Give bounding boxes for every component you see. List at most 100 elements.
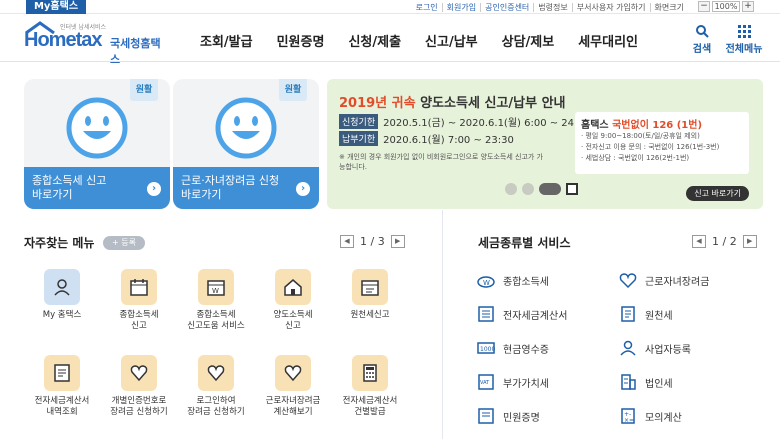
menu-credit-by-pin[interactable]: 개별인증번호로 장려금 신청하기	[101, 355, 177, 418]
certificate-icon	[478, 408, 494, 424]
cert-center-link[interactable]: 공인인증센터	[480, 2, 533, 12]
signup-link[interactable]: 회원가입	[441, 2, 480, 12]
heart-icon	[619, 273, 637, 288]
menu-label: 종합소득세	[119, 310, 159, 320]
main-nav: 조회/발급 민원증명 신청/제출 신고/납부 상담/제보 세무대리인	[200, 31, 662, 50]
menu-sublabel: 신고도움 서비스	[187, 321, 245, 331]
zoom-control: − 100% +	[698, 1, 754, 12]
menu-income-tax-filing[interactable]: 종합소득세 신고	[101, 269, 177, 332]
vat-icon: VAT	[478, 374, 494, 390]
menu-income-tax-help[interactable]: W 종합소득세 신고도움 서비스	[178, 269, 254, 332]
menu-credit-by-login[interactable]: 로그인하여 장려금 신청하기	[178, 355, 254, 418]
service-label: 민원증명	[503, 412, 540, 424]
document-icon	[44, 355, 80, 391]
menu-label: 개별인증번호로	[111, 396, 167, 406]
service-label: 근로자녀장려금	[645, 276, 710, 288]
search-icon	[696, 25, 709, 38]
svg-text:1000: 1000	[480, 346, 495, 353]
login-link[interactable]: 로그인	[412, 3, 442, 12]
card-footer: 종합소득세 신고 바로가기 ›	[24, 167, 170, 209]
menu-sublabel: 장려금 신청하기	[110, 407, 168, 417]
service-civil-certificate[interactable]: 민원증명	[477, 408, 540, 424]
banner-title-text: 양도소득세 신고/납부 안내	[420, 96, 566, 111]
heart-icon	[275, 355, 311, 391]
banner-title: 2019년 귀속 양도소득세 신고/납부 안내	[339, 92, 566, 111]
file-now-button[interactable]: 신고 바로가기	[686, 186, 749, 201]
service-corporate-tax[interactable]: 법인세	[619, 374, 673, 390]
calculator-icon	[352, 355, 388, 391]
service-label: 원천세	[645, 310, 673, 322]
section-divider	[442, 210, 443, 439]
svg-text:W: W	[483, 279, 490, 287]
svg-text:W: W	[212, 287, 219, 295]
menu-e-invoice-issue[interactable]: 전자세금계산서 건별발급	[332, 355, 408, 418]
grid-menu-icon	[738, 25, 751, 38]
payment-period-label: 납부기한	[339, 131, 379, 146]
coin-icon: W	[477, 276, 495, 288]
menu-credit-calculator[interactable]: 근로자녀장려금 계산해보기	[255, 355, 331, 418]
add-menu-button[interactable]: + 등록	[103, 236, 145, 250]
zoom-out-button[interactable]: −	[698, 1, 710, 12]
utility-links: 로그인 회원가입 공인인증센터 법령정보 부서사용자 가입하기 화면크기	[412, 0, 688, 14]
nav-item-inquiry[interactable]: 조회/발급	[200, 31, 253, 50]
income-tax-card[interactable]: 원활 종합소득세 신고 바로가기 ›	[24, 79, 170, 209]
filing-period-label: 신청기한	[339, 114, 379, 129]
svg-text:×=: ×=	[624, 417, 634, 424]
service-cash-receipt[interactable]: 1000 현금영수증	[477, 340, 549, 356]
earned-income-credit-card[interactable]: 원활 근로·자녀장려금 신청 바로가기 ›	[173, 79, 319, 209]
menu-my-hometax[interactable]: My 홈택스	[24, 269, 100, 321]
service-business-registration[interactable]: 사업자등록	[619, 340, 691, 356]
menu-label: My 홈택스	[42, 310, 82, 320]
nav-item-application[interactable]: 신청/제출	[348, 31, 401, 50]
service-simulation[interactable]: +- ×= 모의계산	[619, 408, 682, 424]
service-e-invoice[interactable]: 전자세금계산서	[477, 306, 567, 322]
heart-icon	[198, 355, 234, 391]
chevron-right-icon: ›	[296, 182, 310, 196]
carousel-dot-active[interactable]	[539, 183, 561, 195]
service-withholding-tax[interactable]: 원천세	[619, 306, 673, 322]
status-badge: 원활	[130, 79, 158, 101]
page-indicator: 1 / 2	[712, 235, 737, 248]
prev-page-button[interactable]: ◀	[340, 235, 354, 248]
calculator-icon: +-×=	[621, 408, 635, 424]
carousel-indicators	[505, 183, 578, 195]
law-info-link[interactable]: 법령정보	[533, 2, 571, 12]
menu-label: 원천세신고	[350, 310, 390, 320]
service-earned-income-credit[interactable]: 근로자녀장려금	[619, 272, 709, 288]
menu-capital-gains-tax[interactable]: 양도소득세 신고	[255, 269, 331, 332]
service-vat[interactable]: VAT 부가가치세	[477, 374, 549, 390]
zoom-in-button[interactable]: +	[742, 1, 754, 12]
all-menu-button[interactable]: 전체메뉴	[722, 24, 766, 55]
nav-item-agent[interactable]: 세무대리인	[578, 31, 638, 50]
next-page-button[interactable]: ▶	[742, 235, 757, 248]
nav-item-certificate[interactable]: 민원증명	[277, 31, 325, 50]
service-income-tax[interactable]: W 종합소득세	[477, 272, 549, 288]
status-badge: 원활	[279, 79, 307, 101]
person-icon	[44, 269, 80, 305]
smiley-icon	[66, 97, 128, 159]
menu-e-invoice-history[interactable]: 전자세금계산서 내역조회	[24, 355, 100, 418]
frequent-menu-pager: ◀ 1 / 3 ▶	[340, 235, 405, 248]
tax-services-title: 세금종류별 서비스	[478, 236, 571, 250]
search-button[interactable]: 검색	[682, 24, 722, 55]
calendar-icon	[352, 269, 388, 305]
service-label: 종합소득세	[503, 276, 549, 288]
nav-item-filing[interactable]: 신고/납부	[425, 31, 478, 50]
my-hometax-tab[interactable]: My홈택스	[26, 0, 86, 14]
nav-item-consult[interactable]: 상담/제보	[502, 31, 555, 50]
menu-label: 근로자녀장려금	[265, 396, 321, 406]
prev-page-button[interactable]: ◀	[692, 235, 706, 248]
menu-label: 전자세금계산서	[342, 396, 398, 406]
service-label: 전자세금계산서	[503, 310, 568, 322]
search-label: 검색	[692, 44, 712, 55]
carousel-dot[interactable]	[505, 183, 517, 195]
next-page-button[interactable]: ▶	[390, 235, 405, 248]
menu-withholding-tax[interactable]: 원천세신고	[332, 269, 408, 321]
menu-sublabel: 내역조회	[46, 407, 78, 417]
menu-sublabel: 계산해보기	[273, 407, 313, 417]
carousel-dot[interactable]	[522, 183, 534, 195]
hometax-logo[interactable]: 인터넷 납세서비스 Hometax 국세청홈택스	[24, 20, 164, 66]
dept-user-link[interactable]: 부서사용자 가입하기	[571, 2, 650, 12]
carousel-stop-button[interactable]	[566, 183, 578, 195]
capital-gains-tax-banner[interactable]: 2019년 귀속 양도소득세 신고/납부 안내 신청기한 2020.5.1(금)…	[327, 79, 763, 209]
